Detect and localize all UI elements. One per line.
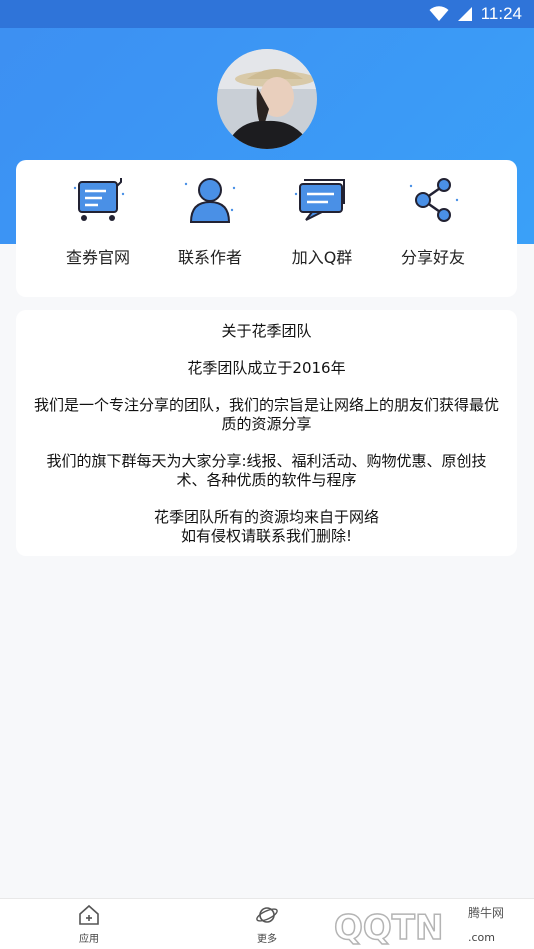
tab-label: 应用 — [79, 934, 99, 945]
signal-icon — [457, 7, 472, 21]
planet-icon — [256, 907, 278, 923]
menu-item-contact-author[interactable]: 联系作者 — [150, 160, 270, 297]
about-daily-line-2: 术、各种优质的软件与程序 — [176, 471, 357, 489]
menu-label: 查券官网 — [65, 248, 130, 267]
qqtn-watermark-logo: QQTN 腾牛网 .com — [333, 905, 504, 949]
menu-label: 联系作者 — [177, 248, 242, 267]
svg-text:QQTN: QQTN — [334, 908, 443, 945]
about-founded: 花季团队成立于2016年 — [187, 359, 346, 377]
wifi-icon — [429, 6, 449, 21]
watermark: QQTN 腾牛网 .com — [328, 901, 528, 949]
menu-label: 加入Q群 — [291, 248, 353, 267]
about-source-line-1: 花季团队所有的资源均来自于网络 — [153, 508, 379, 526]
menu-item-share-friends[interactable]: 分享好友 — [373, 160, 493, 297]
tab-more[interactable]: 更多 — [227, 903, 307, 947]
avatar-image — [217, 49, 317, 149]
menu-item-coupon-site[interactable]: 查券官网 — [38, 160, 158, 297]
cart-icon — [73, 178, 125, 221]
home-icon — [79, 904, 99, 925]
tab-apps[interactable]: 应用 — [49, 903, 129, 947]
chat-icon — [294, 179, 345, 221]
svg-text:.com: .com — [468, 931, 495, 944]
about-title: 关于花季团队 — [221, 322, 312, 340]
menu-label: 分享好友 — [400, 248, 465, 267]
status-bar: 11:24 — [0, 0, 534, 28]
about-daily-line-1: 我们的旗下群每天为大家分享:线报、福利活动、购物优惠、原创技 — [46, 452, 487, 470]
tab-label: 更多 — [257, 934, 277, 945]
avatar[interactable] — [217, 49, 317, 149]
about-mission-line-1: 我们是一个专注分享的团队，我们的宗旨是让网络上的朋友们获得最优 — [33, 396, 499, 414]
shortcut-card: 查券官网 联系作者 加入Q群 分享好友 — [16, 160, 517, 297]
about-mission-line-2: 质的资源分享 — [221, 415, 312, 433]
bottom-tab-bar: 应用 更多 QQTN 腾牛网 .com — [0, 898, 534, 949]
svg-text:腾牛网: 腾牛网 — [468, 905, 504, 920]
person-icon — [184, 178, 236, 223]
menu-item-join-qq-group[interactable]: 加入Q群 — [262, 160, 382, 297]
status-icons: 11:24 — [429, 3, 522, 25]
status-time: 11:24 — [480, 4, 522, 23]
about-card: 关于花季团队 花季团队成立于2016年 我们是一个专注分享的团队，我们的宗旨是让… — [16, 310, 517, 556]
about-source-line-2: 如有侵权请联系我们删除! — [180, 527, 352, 545]
share-icon — [409, 178, 459, 222]
